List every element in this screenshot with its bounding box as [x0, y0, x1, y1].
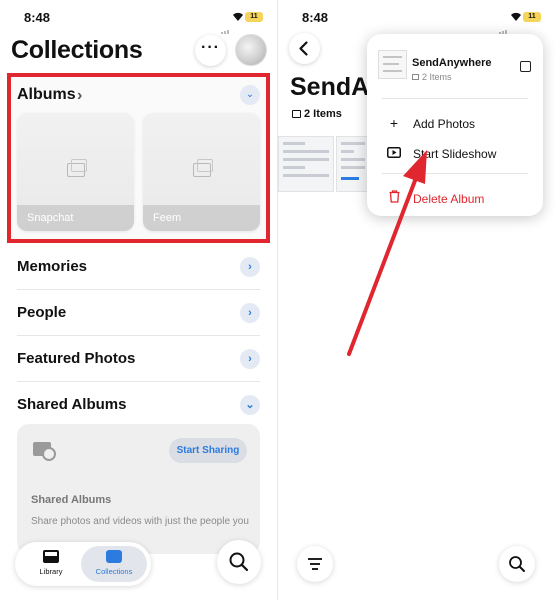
- menu-item-start-slideshow[interactable]: Start Slideshow: [386, 145, 496, 161]
- album-card-snapchat[interactable]: Snapchat: [17, 113, 134, 231]
- photo-placeholder-icon: [67, 159, 87, 177]
- row-featured-photos[interactable]: Featured Photos ›: [17, 336, 260, 382]
- row-memories[interactable]: Memories ›: [17, 244, 260, 290]
- filter-button[interactable]: [297, 546, 333, 582]
- edit-icon[interactable]: [520, 61, 531, 72]
- chevron-left-icon: [299, 41, 308, 56]
- search-icon: [229, 552, 249, 572]
- album-screen: 8:48 11 SendA 2 Items SendAnywhere 2 Ite…: [278, 0, 555, 600]
- start-sharing-button[interactable]: Start Sharing: [169, 438, 247, 463]
- row-label: Featured Photos: [17, 350, 136, 367]
- shared-album-icon: [33, 442, 56, 461]
- tab-library[interactable]: Library: [20, 546, 82, 582]
- tab-collections[interactable]: Collections: [81, 546, 147, 582]
- stack-icon: [412, 74, 419, 80]
- album-card-label: Feem: [143, 205, 260, 231]
- collections-icon: [106, 550, 122, 563]
- wifi-icon: [233, 12, 243, 21]
- albums-collapse-button[interactable]: ⌄: [240, 85, 260, 105]
- album-card-label: Snapchat: [17, 205, 134, 231]
- row-label: People: [17, 304, 67, 321]
- photo-library-icon: [43, 550, 59, 563]
- chevron-right-icon[interactable]: ›: [77, 87, 82, 105]
- shared-card-description: Share photos and videos with just the pe…: [31, 516, 249, 527]
- plus-icon: +: [389, 115, 399, 131]
- row-people[interactable]: People ›: [17, 290, 260, 336]
- shared-card-heading: Shared Albums: [31, 494, 112, 506]
- albums-heading[interactable]: Albums: [17, 86, 76, 104]
- search-icon: [509, 556, 525, 572]
- battery-indicator: 11: [523, 12, 541, 22]
- album-count: 2 Items: [292, 108, 342, 120]
- trash-icon: [386, 190, 402, 206]
- menu-item-label: Add Photos: [413, 117, 476, 131]
- collections-screen: 8:48 11 Collections ··· Albums › ⌄ Snapc…: [0, 0, 277, 600]
- album-thumbnail: [378, 50, 407, 79]
- back-button[interactable]: [289, 33, 320, 64]
- album-title: SendA: [290, 73, 370, 101]
- chevron-down-icon[interactable]: ⌄: [240, 395, 260, 415]
- album-count-label: 2 Items: [304, 108, 342, 120]
- ellipsis-icon: ···: [201, 38, 220, 56]
- chevron-right-icon[interactable]: ›: [240, 257, 260, 277]
- row-label: Shared Albums: [17, 396, 127, 413]
- status-time: 8:48: [24, 10, 51, 25]
- photo-placeholder-icon: [193, 159, 213, 177]
- album-context-menu: SendAnywhere 2 Items + Add Photos Start S…: [367, 34, 543, 216]
- menu-item-delete-album[interactable]: Delete Album: [386, 190, 484, 206]
- menu-album-count: 2 Items: [412, 72, 452, 82]
- menu-album-name: SendAnywhere: [412, 57, 492, 69]
- row-shared-albums[interactable]: Shared Albums ⌄: [17, 382, 260, 428]
- tab-label: Collections: [95, 567, 133, 576]
- menu-album-count-label: 2 Items: [422, 72, 452, 82]
- menu-item-label: Start Slideshow: [413, 147, 497, 161]
- page-title: Collections: [11, 36, 143, 64]
- status-bar: 8:48 11: [0, 10, 277, 34]
- chevron-right-icon[interactable]: ›: [240, 303, 260, 323]
- row-label: Memories: [17, 258, 88, 275]
- photo-thumbnail[interactable]: [278, 136, 334, 192]
- play-icon: [386, 145, 402, 161]
- profile-avatar[interactable]: [235, 34, 267, 66]
- battery-indicator: 11: [245, 12, 263, 22]
- album-card-feem[interactable]: Feem: [143, 113, 260, 231]
- shared-albums-card: Start Sharing Shared Albums Share photos…: [17, 424, 260, 554]
- cellular-signal-icon: [499, 16, 509, 34]
- search-button[interactable]: [217, 540, 261, 584]
- menu-separator: [382, 173, 528, 174]
- menu-separator: [382, 98, 528, 99]
- chevron-right-icon[interactable]: ›: [240, 349, 260, 369]
- status-bar: 8:48 11: [278, 10, 555, 34]
- menu-item-label: Delete Album: [413, 192, 485, 206]
- tab-bar: Library Collections: [15, 542, 151, 586]
- wifi-icon: [511, 12, 521, 21]
- menu-item-add-photos[interactable]: + Add Photos: [386, 115, 475, 131]
- status-time: 8:48: [302, 10, 329, 25]
- chevron-down-icon: ⌄: [245, 89, 255, 100]
- tab-label: Library: [39, 567, 63, 576]
- search-button[interactable]: [499, 546, 535, 582]
- more-options-button[interactable]: ···: [195, 35, 226, 66]
- cellular-signal-icon: [221, 16, 231, 34]
- stack-icon: [292, 110, 301, 118]
- photo-thumbnail[interactable]: [336, 136, 370, 192]
